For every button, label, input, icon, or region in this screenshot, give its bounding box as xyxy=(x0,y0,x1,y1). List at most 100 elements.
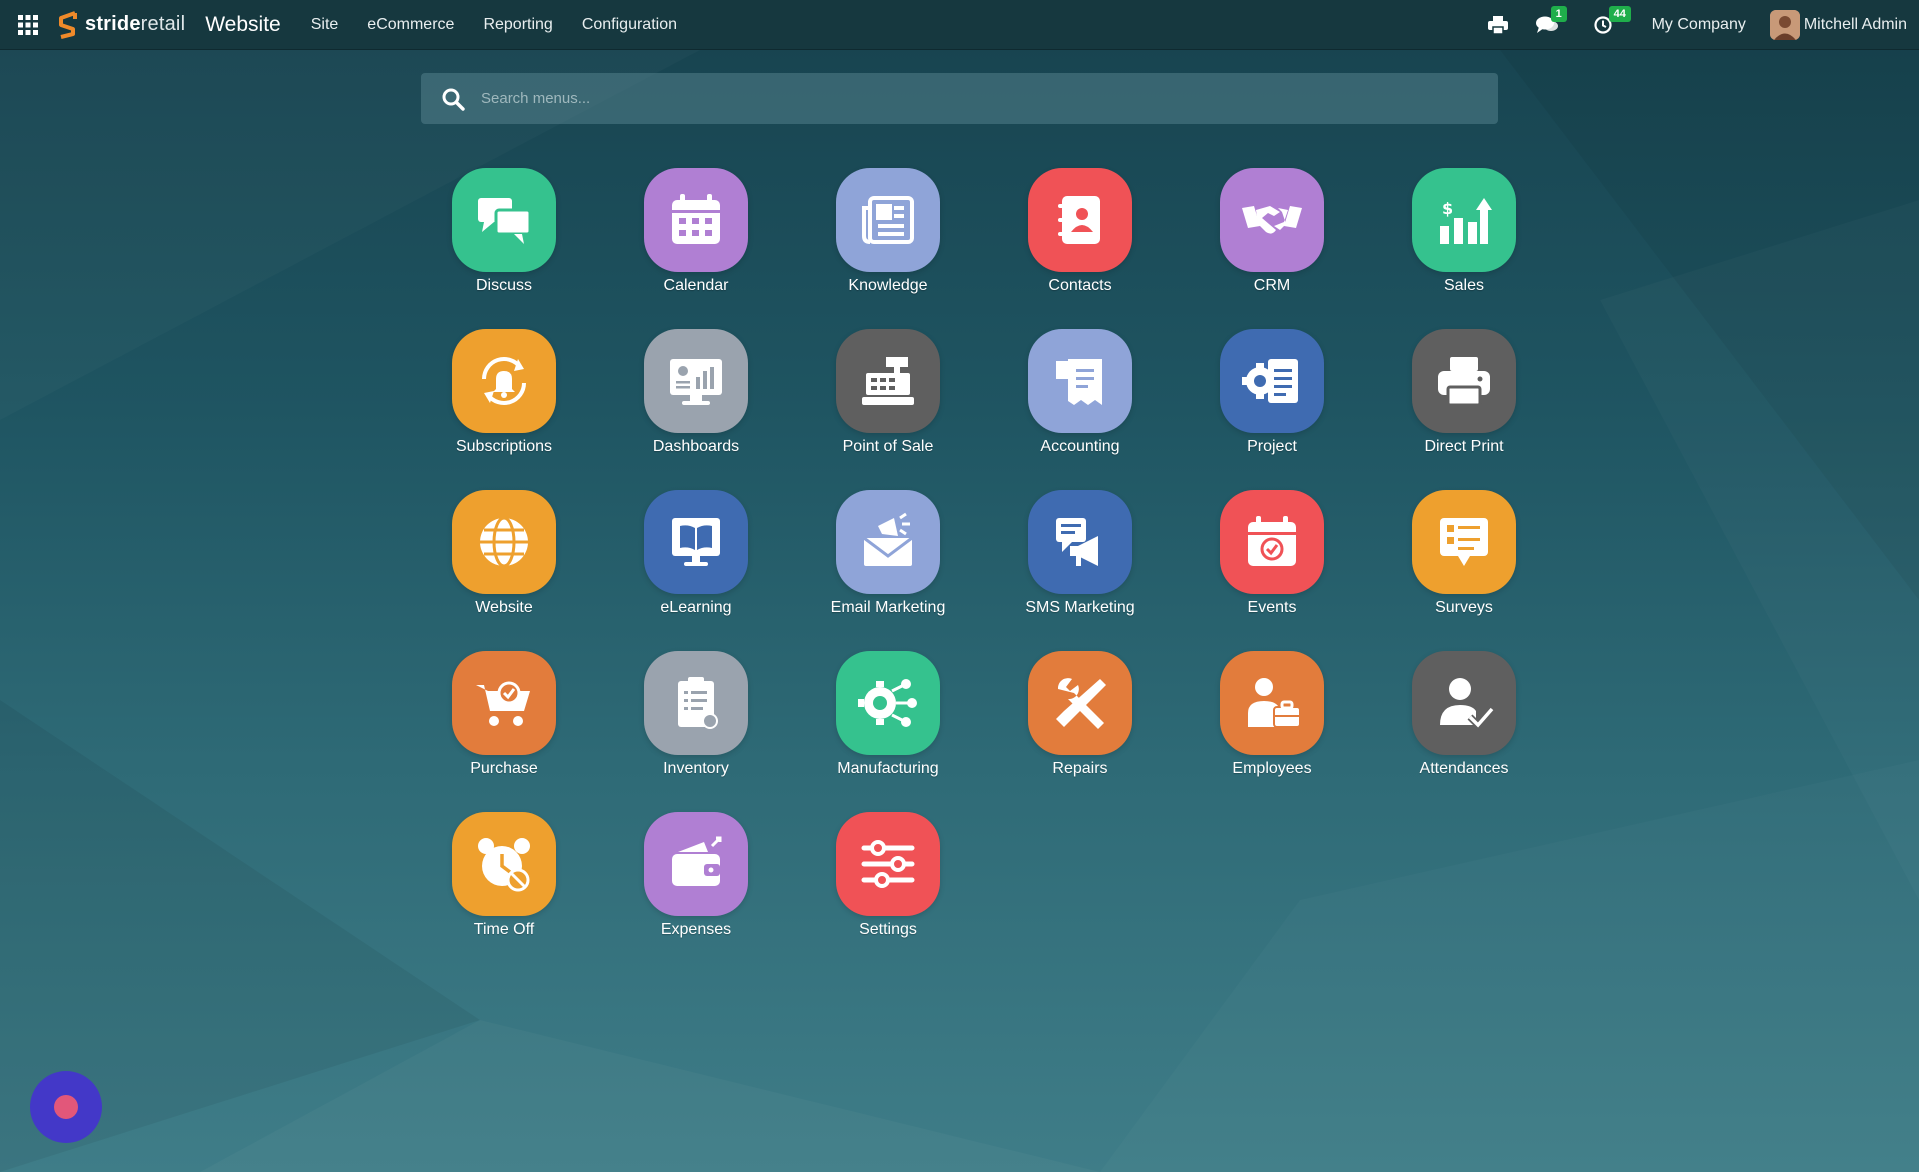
menu-item-configuration[interactable]: Configuration xyxy=(582,16,677,34)
app-manufacturing[interactable]: Manufacturing xyxy=(792,651,984,812)
globe-icon xyxy=(480,516,528,568)
app-expenses[interactable]: Expenses xyxy=(600,812,792,973)
gear-network-icon xyxy=(858,679,917,727)
sliders-icon xyxy=(861,840,915,888)
app-attendances[interactable]: Attendances xyxy=(1368,651,1560,812)
app-website[interactable]: Website xyxy=(408,490,600,651)
app-label: Email Marketing xyxy=(830,599,946,616)
app-icon-tile xyxy=(1412,329,1516,433)
sms-megaphone-icon xyxy=(1056,518,1098,566)
employee-briefcase-icon xyxy=(1248,678,1301,728)
app-inventory[interactable]: Inventory xyxy=(600,651,792,812)
app-icon-tile xyxy=(452,168,556,272)
app-project[interactable]: Project xyxy=(1176,329,1368,490)
app-settings[interactable]: Settings xyxy=(792,812,984,973)
user-check-icon xyxy=(1440,678,1495,731)
survey-icon xyxy=(1440,518,1488,566)
app-label: Settings xyxy=(859,921,917,938)
activities-button[interactable]: 44 xyxy=(1593,5,1631,34)
app-purchase[interactable]: Purchase xyxy=(408,651,600,812)
app-knowledge[interactable]: Knowledge xyxy=(792,168,984,329)
current-app-title[interactable]: Website xyxy=(205,13,280,37)
messages-button[interactable]: 1 xyxy=(1535,5,1567,34)
brand-logo[interactable]: strideretail xyxy=(55,0,185,50)
wallet-icon xyxy=(672,836,722,886)
menu-item-ecommerce[interactable]: eCommerce xyxy=(367,16,454,34)
app-contacts[interactable]: Contacts xyxy=(984,168,1176,329)
app-dashboards[interactable]: Dashboards xyxy=(600,329,792,490)
app-label: Purchase xyxy=(470,760,538,777)
app-label: Employees xyxy=(1232,760,1312,777)
menu-item-reporting[interactable]: Reporting xyxy=(483,16,552,34)
calendar-check-icon xyxy=(1248,516,1296,566)
app-label: Attendances xyxy=(1419,760,1509,777)
app-icon-tile xyxy=(836,651,940,755)
app-icon-tile xyxy=(1220,651,1324,755)
brand-name-light: retail xyxy=(140,13,186,35)
app-label: Expenses xyxy=(660,921,732,938)
newspaper-icon xyxy=(862,196,914,244)
project-gear-icon xyxy=(1242,359,1298,403)
app-icon-tile xyxy=(452,329,556,433)
search-icon xyxy=(441,87,465,111)
app-accounting[interactable]: Accounting xyxy=(984,329,1176,490)
app-label: CRM xyxy=(1253,277,1291,294)
app-calendar[interactable]: Calendar xyxy=(600,168,792,329)
app-subscriptions[interactable]: Subscriptions xyxy=(408,329,600,490)
bell-cycle-icon xyxy=(482,357,526,405)
app-icon-tile: $ xyxy=(1412,168,1516,272)
app-elearning[interactable]: eLearning xyxy=(600,490,792,651)
top-navbar: strideretail Website Site eCommerce Repo… xyxy=(0,0,1919,50)
app-events[interactable]: Events xyxy=(1176,490,1368,651)
app-grid: Discuss Calendar Knowledge Contacts CRM … xyxy=(408,168,1560,973)
app-direct-print[interactable]: Direct Print xyxy=(1368,329,1560,490)
app-label: Events xyxy=(1247,599,1297,616)
app-crm[interactable]: CRM xyxy=(1176,168,1368,329)
search-input[interactable] xyxy=(481,73,1498,124)
app-discuss[interactable]: Discuss xyxy=(408,168,600,329)
menu-search-box xyxy=(421,73,1498,124)
app-label: Knowledge xyxy=(848,277,928,294)
app-label: SMS Marketing xyxy=(1025,599,1135,616)
app-point-of-sale[interactable]: Point of Sale xyxy=(792,329,984,490)
app-label: Accounting xyxy=(1040,438,1120,455)
app-label: Inventory xyxy=(663,760,729,777)
tools-icon xyxy=(1056,678,1106,729)
app-employees[interactable]: Employees xyxy=(1176,651,1368,812)
app-time-off[interactable]: Time Off xyxy=(408,812,600,973)
user-menu[interactable]: Mitchell Admin xyxy=(1769,9,1907,40)
menu-item-site[interactable]: Site xyxy=(311,16,339,34)
app-icon-tile xyxy=(836,812,940,916)
handshake-icon xyxy=(1242,206,1302,234)
app-label: Subscriptions xyxy=(455,438,553,455)
apps-menu-toggle[interactable] xyxy=(0,0,55,50)
app-label: Time Off xyxy=(473,921,535,938)
chat-launcher-button[interactable] xyxy=(30,1071,102,1143)
app-surveys[interactable]: Surveys xyxy=(1368,490,1560,651)
app-icon-tile xyxy=(1220,168,1324,272)
chart-growth-icon: $ xyxy=(1440,198,1492,244)
app-icon-tile xyxy=(1028,651,1132,755)
monitor-chart-icon xyxy=(670,359,722,405)
chat-bubbles-icon xyxy=(478,198,532,244)
app-label: eLearning xyxy=(660,599,732,616)
app-icon-tile xyxy=(1028,329,1132,433)
app-label: Calendar xyxy=(663,277,729,294)
company-switcher[interactable]: My Company xyxy=(1652,16,1746,34)
app-sales[interactable]: $ Sales xyxy=(1368,168,1560,329)
open-book-icon xyxy=(672,518,720,566)
app-repairs[interactable]: Repairs xyxy=(984,651,1176,812)
app-icon-tile xyxy=(452,812,556,916)
app-icon-tile xyxy=(1220,329,1324,433)
svg-text:$: $ xyxy=(1442,199,1453,218)
app-label: Surveys xyxy=(1435,599,1493,616)
grid-icon xyxy=(17,14,38,35)
app-label: Direct Print xyxy=(1424,438,1504,455)
stride-logo-icon xyxy=(59,10,77,39)
app-email-marketing[interactable]: Email Marketing xyxy=(792,490,984,651)
app-icon-tile xyxy=(644,490,748,594)
app-icon-tile xyxy=(1412,651,1516,755)
cash-register-icon xyxy=(862,357,914,405)
app-sms-marketing[interactable]: SMS Marketing xyxy=(984,490,1176,651)
print-button[interactable] xyxy=(1487,15,1508,34)
